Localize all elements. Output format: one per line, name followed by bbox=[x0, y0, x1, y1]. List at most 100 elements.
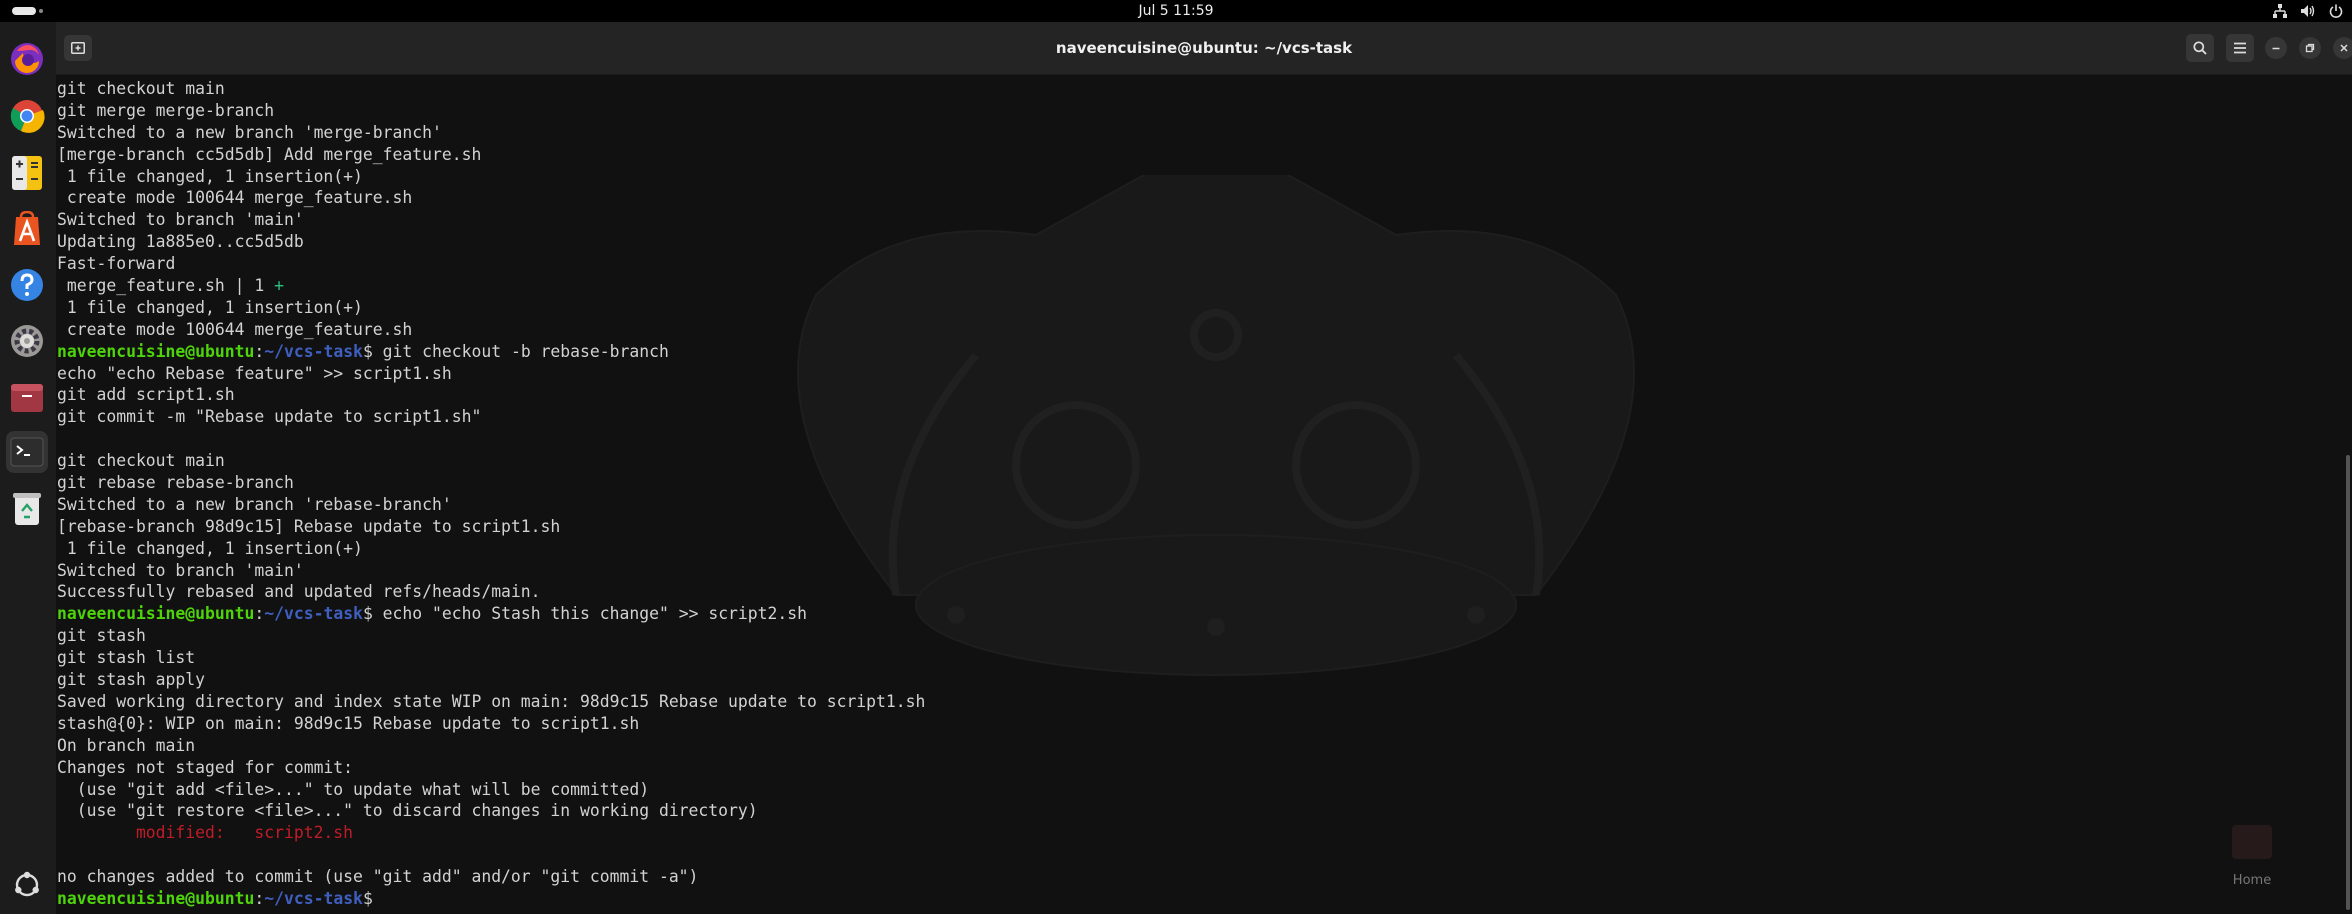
dock bbox=[0, 22, 56, 914]
power-icon[interactable] bbox=[2328, 3, 2344, 19]
output-text: 1 file changed, 1 insertion(+) bbox=[57, 297, 363, 317]
output-text: no changes added to commit (use "git add… bbox=[57, 867, 699, 887]
system-tray[interactable] bbox=[2272, 2, 2344, 20]
output-text: Switched to a new branch 'merge-branch' bbox=[57, 122, 442, 142]
terminal-line: git add script1.sh bbox=[57, 384, 925, 406]
terminal-line: no changes added to commit (use "git add… bbox=[57, 866, 925, 888]
terminal-line: [merge-branch cc5d5db] Add merge_feature… bbox=[57, 144, 925, 166]
prompt-user: naveencuisine@ubuntu bbox=[57, 888, 255, 908]
prompt-line: naveencuisine@ubuntu:~/vcs-task$ bbox=[57, 888, 925, 910]
terminal-line: git checkout main bbox=[57, 450, 925, 472]
terminal-line: git commit -m "Rebase update to script1.… bbox=[57, 406, 925, 428]
modified-file-line: modified: script2.sh bbox=[57, 823, 354, 843]
terminal-line: (use "git add <file>..." to update what … bbox=[57, 779, 925, 801]
output-text: Switched to branch 'main' bbox=[57, 210, 304, 230]
prompt-separator: : bbox=[254, 888, 265, 908]
menu-button[interactable] bbox=[2226, 34, 2254, 62]
prompt-path: ~/vcs-task bbox=[264, 604, 363, 624]
output-text: 1 file changed, 1 insertion(+) bbox=[57, 166, 363, 186]
output-text: git stash bbox=[57, 626, 146, 646]
home-icon bbox=[2232, 825, 2272, 859]
prompt-path: ~/vcs-task bbox=[264, 888, 363, 908]
terminal-line: [rebase-branch 98d9c15] Rebase update to… bbox=[57, 516, 925, 538]
terminal-line: Switched to a new branch 'rebase-branch' bbox=[57, 494, 925, 516]
terminal-line: create mode 100644 merge_feature.sh bbox=[57, 319, 925, 341]
restore-button[interactable] bbox=[2299, 37, 2321, 59]
home-label: Home bbox=[2232, 873, 2272, 888]
header-bar: naveencuisine@ubuntu: ~/vcs-task bbox=[56, 22, 2352, 75]
trash-icon[interactable] bbox=[6, 488, 48, 530]
output-text: stash@{0}: WIP on main: 98d9c15 Rebase u… bbox=[57, 713, 640, 733]
terminal-line: Successfully rebased and updated refs/he… bbox=[57, 581, 925, 603]
output-text: Saved working directory and index state … bbox=[57, 691, 926, 711]
terminal-line: git stash bbox=[57, 625, 925, 647]
command-text: git checkout -b rebase-branch bbox=[372, 341, 669, 361]
output-text: Updating 1a885e0..cc5d5db bbox=[57, 232, 304, 252]
show-apps-icon[interactable] bbox=[6, 864, 48, 906]
prompt-separator: : bbox=[254, 341, 265, 361]
prompt-user: naveencuisine@ubuntu bbox=[57, 341, 255, 361]
output-text: git stash apply bbox=[57, 670, 206, 690]
chrome-icon[interactable] bbox=[6, 95, 48, 137]
output-text: [merge-branch cc5d5db] Add merge_feature… bbox=[57, 144, 482, 164]
terminal-line: Switched to branch 'main' bbox=[57, 560, 925, 582]
network-icon[interactable] bbox=[2272, 3, 2288, 19]
terminal-line: Switched to a new branch 'merge-branch' bbox=[57, 122, 925, 144]
command-text: echo "echo Stash this change" >> script2… bbox=[372, 604, 808, 624]
terminal-line: 1 file changed, 1 insertion(+) bbox=[57, 297, 925, 319]
top-bar: Jul 5 11:59 bbox=[0, 0, 2352, 22]
close-button[interactable] bbox=[2333, 37, 2352, 59]
scrollbar[interactable] bbox=[2346, 455, 2350, 910]
terminal-line: git rebase rebase-branch bbox=[57, 472, 925, 494]
diffstat-text: merge_feature.sh | 1 bbox=[57, 276, 275, 296]
calculator-icon[interactable] bbox=[6, 152, 48, 194]
terminal-icon[interactable] bbox=[6, 431, 48, 473]
prompt-line: naveencuisine@ubuntu:~/vcs-task$ git che… bbox=[57, 341, 925, 363]
volume-icon[interactable] bbox=[2300, 3, 2316, 19]
output-text: On branch main bbox=[57, 735, 196, 755]
prompt-dollar: $ bbox=[362, 888, 373, 908]
terminal-window: naveencuisine@ubuntu: ~/vcs-task git che… bbox=[56, 22, 2352, 914]
terminal-line: git merge merge-branch bbox=[57, 100, 925, 122]
terminal-line: 1 file changed, 1 insertion(+) bbox=[57, 538, 925, 560]
output-text: git stash list bbox=[57, 648, 196, 668]
home-folder-desktop-icon[interactable]: Home bbox=[2226, 825, 2278, 895]
output-text: (use "git add <file>..." to update what … bbox=[57, 779, 650, 799]
settings-icon[interactable] bbox=[6, 320, 48, 362]
firefox-icon[interactable] bbox=[6, 38, 48, 80]
output-text: echo "echo Rebase feature" >> script1.sh bbox=[57, 363, 452, 383]
terminal-line: Updating 1a885e0..cc5d5db bbox=[57, 231, 925, 253]
output-text: create mode 100644 merge_feature.sh bbox=[57, 319, 413, 339]
close-icon bbox=[2340, 44, 2348, 52]
help-icon[interactable] bbox=[6, 264, 48, 306]
terminal-line: git checkout main bbox=[57, 78, 925, 100]
hamburger-icon bbox=[2234, 42, 2246, 54]
output-text: Changes not staged for commit: bbox=[57, 757, 354, 777]
window-title: naveencuisine@ubuntu: ~/vcs-task bbox=[1055, 39, 1353, 57]
terminal-line: stash@{0}: WIP on main: 98d9c15 Rebase u… bbox=[57, 713, 925, 735]
search-button[interactable] bbox=[2186, 34, 2214, 62]
minimize-button[interactable] bbox=[2265, 37, 2287, 59]
minimize-icon bbox=[2272, 47, 2280, 50]
clock[interactable]: Jul 5 11:59 bbox=[0, 3, 2352, 19]
output-text: git rebase rebase-branch bbox=[57, 473, 294, 493]
terminal-line: git stash apply bbox=[57, 669, 925, 691]
output-text: git add script1.sh bbox=[57, 385, 235, 405]
search-icon bbox=[2193, 41, 2207, 55]
terminal-line: Fast-forward bbox=[57, 253, 925, 275]
output-text: git commit -m "Rebase update to script1.… bbox=[57, 407, 482, 427]
app-center-icon[interactable] bbox=[6, 208, 48, 250]
prompt-line: naveencuisine@ubuntu:~/vcs-task$ echo "e… bbox=[57, 603, 925, 625]
output-text: (use "git restore <file>..." to discard … bbox=[57, 801, 758, 821]
terminal-line: Saved working directory and index state … bbox=[57, 691, 925, 713]
output-text: git checkout main bbox=[57, 451, 225, 471]
terminal-line: create mode 100644 merge_feature.sh bbox=[57, 187, 925, 209]
restore-icon bbox=[2305, 43, 2315, 53]
terminal-output[interactable]: git checkout main git merge merge-branch S… bbox=[56, 75, 2352, 914]
files-icon[interactable] bbox=[6, 376, 48, 418]
output-text: create mode 100644 merge_feature.sh bbox=[57, 188, 413, 208]
terminal-line: Changes not staged for commit: bbox=[57, 757, 925, 779]
output-text: Switched to branch 'main' bbox=[57, 560, 304, 580]
